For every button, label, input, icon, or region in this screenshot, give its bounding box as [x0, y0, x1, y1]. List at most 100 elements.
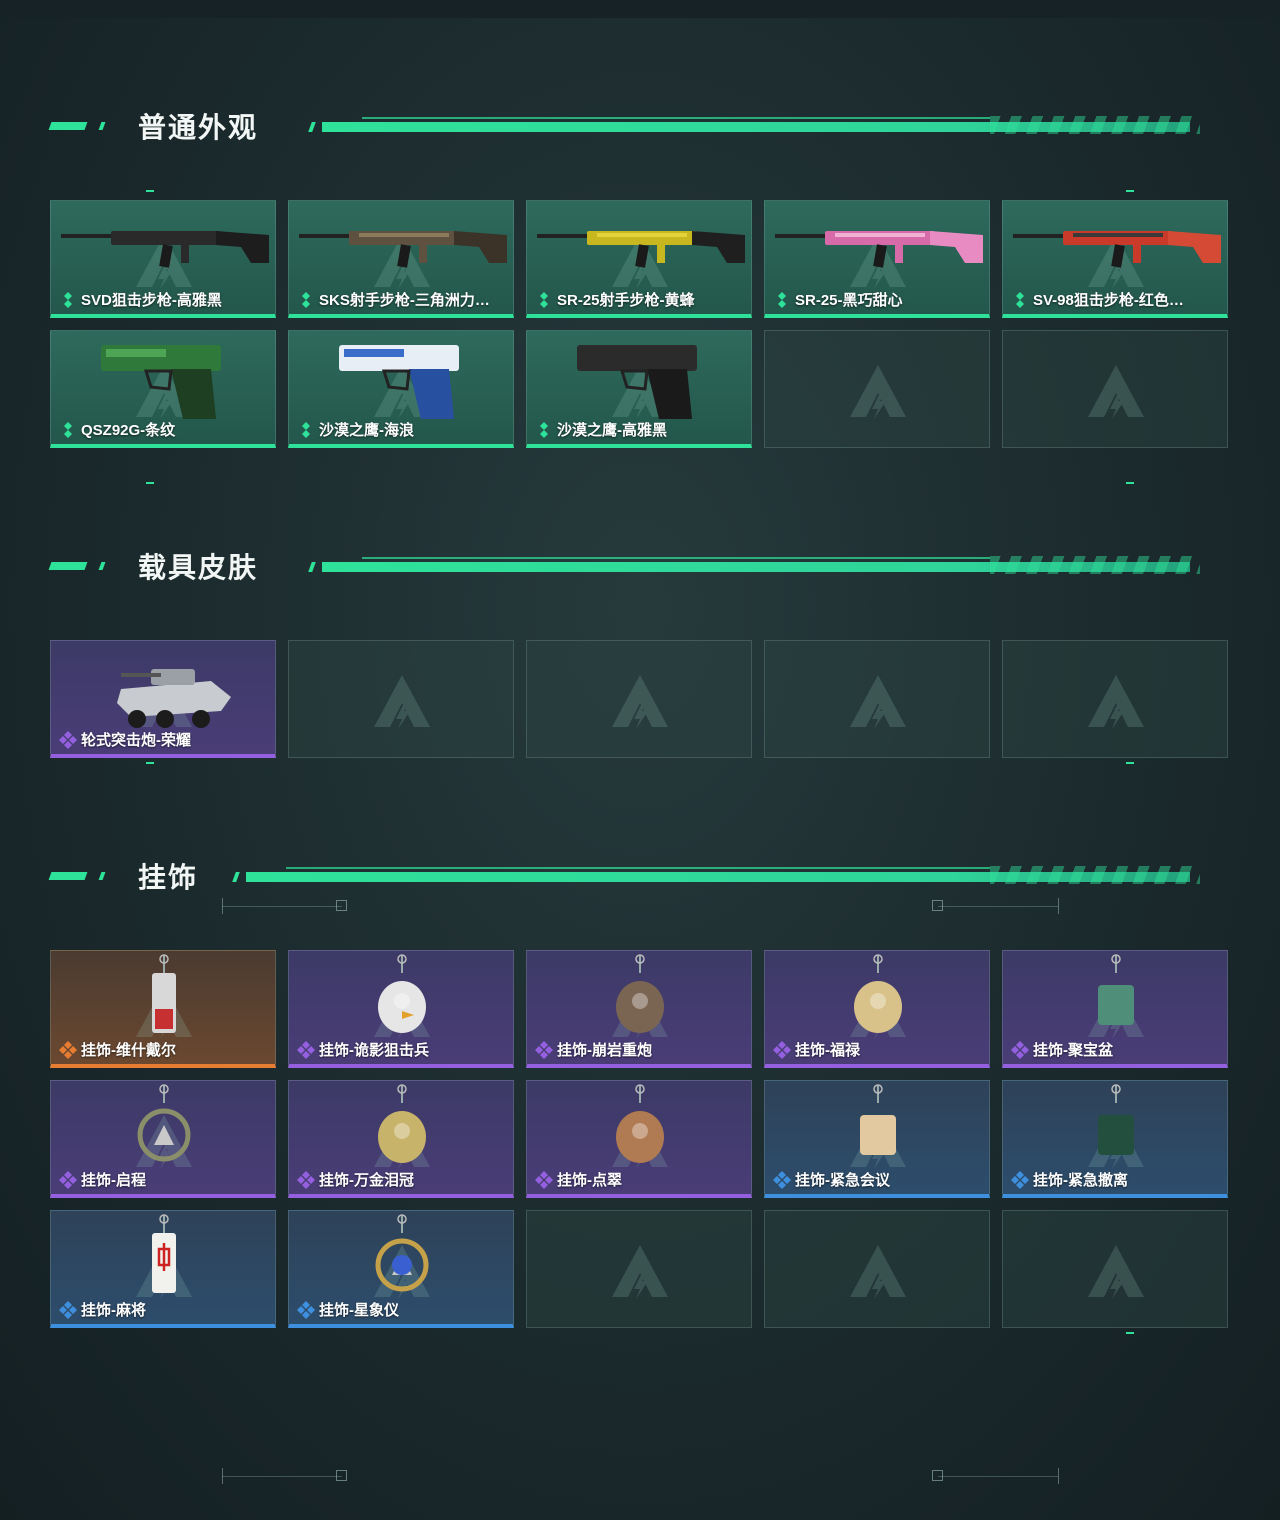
rarity-green-icon	[778, 291, 786, 308]
header-accent	[308, 562, 316, 572]
charm-mahjong-icon	[152, 1214, 176, 1293]
item-card[interactable]: QSZ92G-条纹	[50, 330, 276, 448]
charm-bird-icon	[378, 954, 426, 1033]
rifle-pink-icon	[775, 231, 983, 268]
item-label: QSZ92G-条纹	[59, 419, 267, 440]
empty-slot	[288, 640, 514, 758]
item-card[interactable]: 挂饰-麻将	[50, 1210, 276, 1328]
header-accent	[48, 562, 88, 570]
item-card[interactable]: SVD狙击步枪-高雅黑	[50, 200, 276, 318]
item-name: 挂饰-崩岩重炮	[557, 1042, 652, 1059]
item-card[interactable]: SR-25-黑巧甜心	[764, 200, 990, 318]
item-name: SVD狙击步枪-高雅黑	[81, 292, 222, 309]
header-checker-pattern	[990, 116, 1200, 134]
empty-slot	[1002, 640, 1228, 758]
item-name: SR-25射手步枪-黄蜂	[557, 292, 695, 309]
watermark-logo-icon	[1088, 365, 1144, 419]
decor-tick	[1126, 482, 1134, 484]
hud-line	[222, 906, 342, 907]
item-card[interactable]: 挂饰-紧急撤离	[1002, 1080, 1228, 1198]
hud-tick	[1058, 898, 1059, 914]
section-header: 载具皮肤	[0, 540, 1280, 590]
item-card[interactable]: 挂饰-启程	[50, 1080, 276, 1198]
pistol-green-icon	[101, 345, 221, 419]
item-name: SV-98狙击步枪-红色…	[1033, 292, 1184, 309]
item-card[interactable]: SR-25射手步枪-黄蜂	[526, 200, 752, 318]
header-accent	[232, 872, 240, 882]
watermark-logo-icon	[1088, 1245, 1144, 1299]
watermark-logo-icon	[850, 1245, 906, 1299]
charm-tag-icon	[1098, 1084, 1134, 1155]
item-label: SR-25射手步枪-黄蜂	[535, 289, 743, 310]
item-card[interactable]: 轮式突击炮-荣耀	[50, 640, 276, 758]
section-title: 普通外观	[138, 112, 259, 143]
item-label: 挂饰-福禄	[773, 1039, 981, 1060]
watermark-logo-icon	[612, 675, 668, 729]
armored-vehicle-icon	[117, 669, 231, 728]
header-accent	[98, 122, 106, 130]
item-name: 挂饰-紧急会议	[795, 1172, 890, 1189]
item-label: SVD狙击步枪-高雅黑	[59, 289, 267, 310]
item-card[interactable]: 挂饰-紧急会议	[764, 1080, 990, 1198]
section-header: 普通外观	[0, 100, 1280, 150]
item-name: 挂饰-维什戴尔	[81, 1042, 176, 1059]
item-card[interactable]: SV-98狙击步枪-红色…	[1002, 200, 1228, 318]
charm-bowl-icon	[1098, 954, 1134, 1025]
header-line	[362, 117, 990, 119]
rarity-purple-icon	[297, 1170, 315, 1189]
item-name: QSZ92G-条纹	[81, 422, 176, 439]
item-card[interactable]: 挂饰-诡影狙击兵	[288, 950, 514, 1068]
top-bar	[0, 0, 1280, 18]
item-card[interactable]: SKS射手步枪-三角洲力…	[288, 200, 514, 318]
item-card[interactable]: 挂饰-点翠	[526, 1080, 752, 1198]
item-card[interactable]: 挂饰-星象仪	[288, 1210, 514, 1328]
hud-tick	[1058, 1468, 1059, 1484]
item-name: 挂饰-万金泪冠	[319, 1172, 414, 1189]
hud-square	[932, 1470, 943, 1481]
item-card[interactable]: 沙漠之鹰-高雅黑	[526, 330, 752, 448]
watermark-logo-icon	[850, 365, 906, 419]
item-label: 挂饰-启程	[59, 1169, 267, 1190]
item-name: 挂饰-麻将	[81, 1302, 146, 1319]
item-label: 挂饰-点翠	[535, 1169, 743, 1190]
item-label: SKS射手步枪-三角洲力…	[297, 289, 505, 310]
header-checker-pattern	[990, 556, 1200, 574]
charm-astrolabe-icon	[375, 1214, 429, 1292]
item-label: 挂饰-崩岩重炮	[535, 1039, 743, 1060]
empty-slot	[1002, 330, 1228, 448]
charm-crown-icon	[378, 1084, 426, 1163]
item-card[interactable]: 挂饰-万金泪冠	[288, 1080, 514, 1198]
pistol-blue-icon	[339, 345, 459, 419]
empty-slot	[764, 330, 990, 448]
rifle-yellow-black-icon	[537, 231, 745, 268]
item-card[interactable]: 沙漠之鹰-海浪	[288, 330, 514, 448]
rarity-green-icon	[64, 421, 72, 438]
hud-line	[938, 1476, 1058, 1477]
item-name: 挂饰-星象仪	[319, 1302, 399, 1319]
decor-tick	[1126, 762, 1134, 764]
watermark-logo-icon	[1088, 675, 1144, 729]
item-card[interactable]: 挂饰-聚宝盆	[1002, 950, 1228, 1068]
hud-tick	[222, 1468, 223, 1484]
item-name: 挂饰-诡影狙击兵	[319, 1042, 429, 1059]
item-card[interactable]: 挂饰-维什戴尔	[50, 950, 276, 1068]
rarity-green-icon	[302, 291, 310, 308]
header-accent	[48, 122, 88, 130]
rarity-blue-icon	[1011, 1170, 1029, 1189]
item-card[interactable]: 挂饰-崩岩重炮	[526, 950, 752, 1068]
hud-line	[938, 906, 1058, 907]
item-label: 挂饰-诡影狙击兵	[297, 1039, 505, 1060]
rarity-purple-icon	[535, 1040, 553, 1059]
hud-square	[336, 1470, 347, 1481]
rarity-green-icon	[302, 421, 310, 438]
item-label: SV-98狙击步枪-红色…	[1011, 289, 1219, 310]
rarity-purple-icon	[297, 1040, 315, 1059]
item-name: 轮式突击炮-荣耀	[81, 732, 191, 749]
charm-badge-icon	[860, 1084, 896, 1155]
empty-slot	[526, 1210, 752, 1328]
item-label: 挂饰-紧急会议	[773, 1169, 981, 1190]
item-name: SR-25-黑巧甜心	[795, 292, 903, 309]
sniper-rifle-black-icon	[61, 231, 269, 268]
item-card[interactable]: 挂饰-福禄	[764, 950, 990, 1068]
item-name: 挂饰-启程	[81, 1172, 146, 1189]
